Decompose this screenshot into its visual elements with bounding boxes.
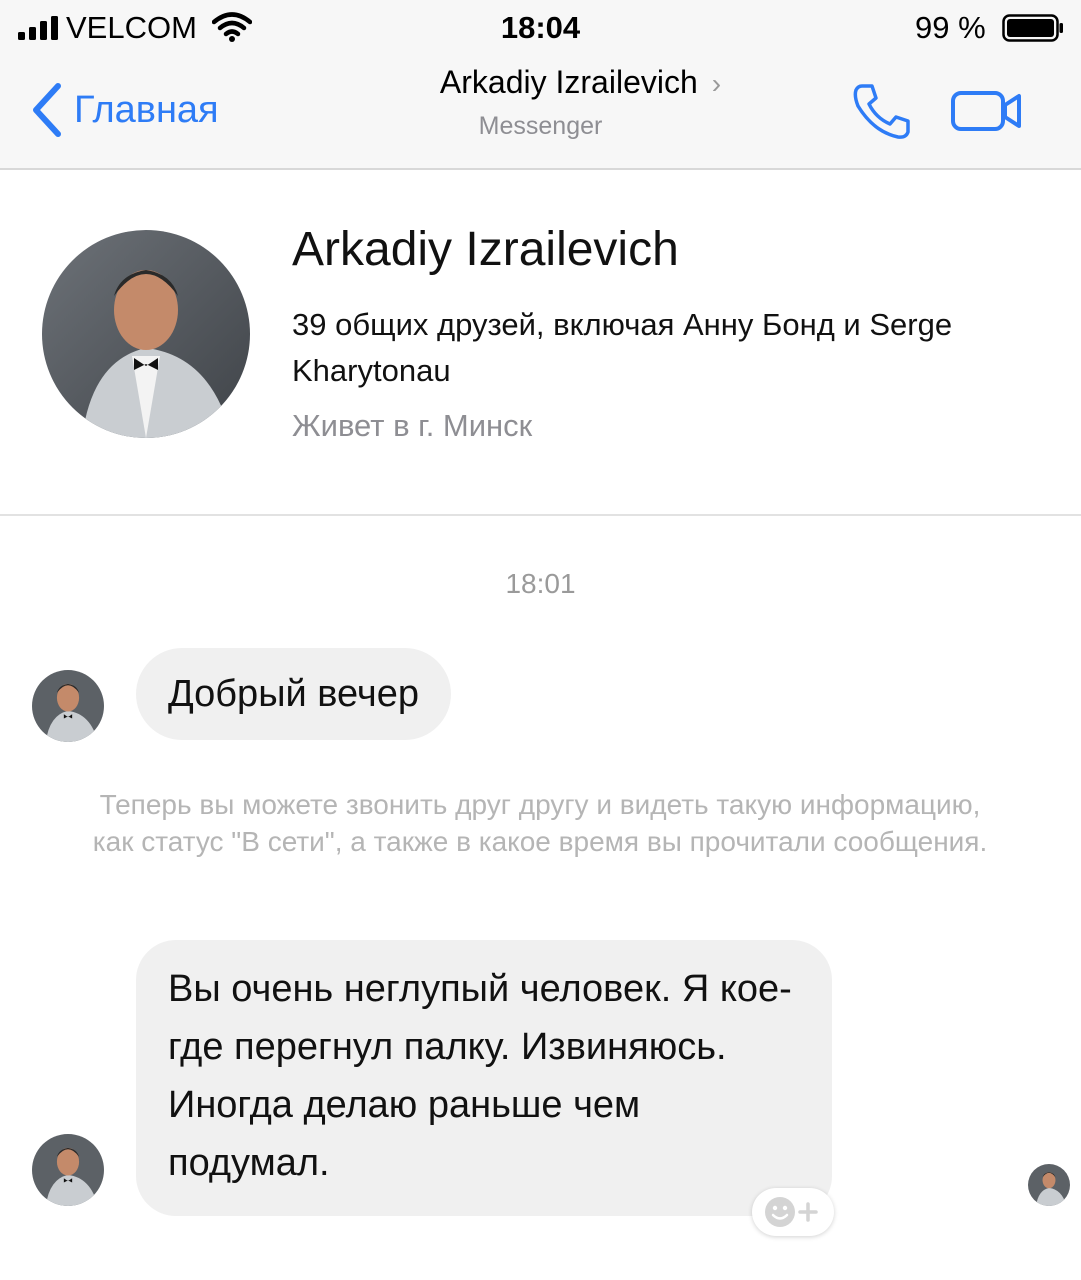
battery-icon (1002, 14, 1063, 42)
contact-name-title: Arkadiy Izrailevich (439, 64, 698, 100)
battery-percent: 99 % (915, 10, 986, 45)
chevron-right-icon: › (711, 68, 722, 99)
profile-name: Arkadiy Izrailevich (292, 223, 679, 276)
message-bubble[interactable]: Добрый вечер (136, 648, 451, 740)
sender-avatar[interactable] (32, 670, 104, 742)
profile-location: Живет в г. Минск (292, 408, 533, 443)
system-notice: Теперь вы можете звонить друг другу и ви… (92, 789, 988, 857)
mutual-friends: 39 общих друзей, включая Анну Бонд и Ser… (292, 307, 953, 388)
message-timestamp: 18:01 (505, 568, 576, 599)
phone-icon[interactable] (852, 82, 912, 140)
emoji-add-icon[interactable] (752, 1188, 834, 1236)
nav-subtitle: Messenger (478, 112, 603, 140)
message-bubble[interactable]: Вы очень неглупый человек. Я кое- где пе… (136, 940, 832, 1216)
video-camera-icon[interactable] (950, 88, 1022, 134)
seen-indicator-avatar (1028, 1164, 1070, 1206)
profile-avatar[interactable] (42, 230, 250, 438)
sender-avatar[interactable] (32, 1134, 104, 1206)
conversation-title[interactable]: Arkadiy Izrailevich › (0, 64, 1081, 101)
divider (0, 514, 1081, 516)
